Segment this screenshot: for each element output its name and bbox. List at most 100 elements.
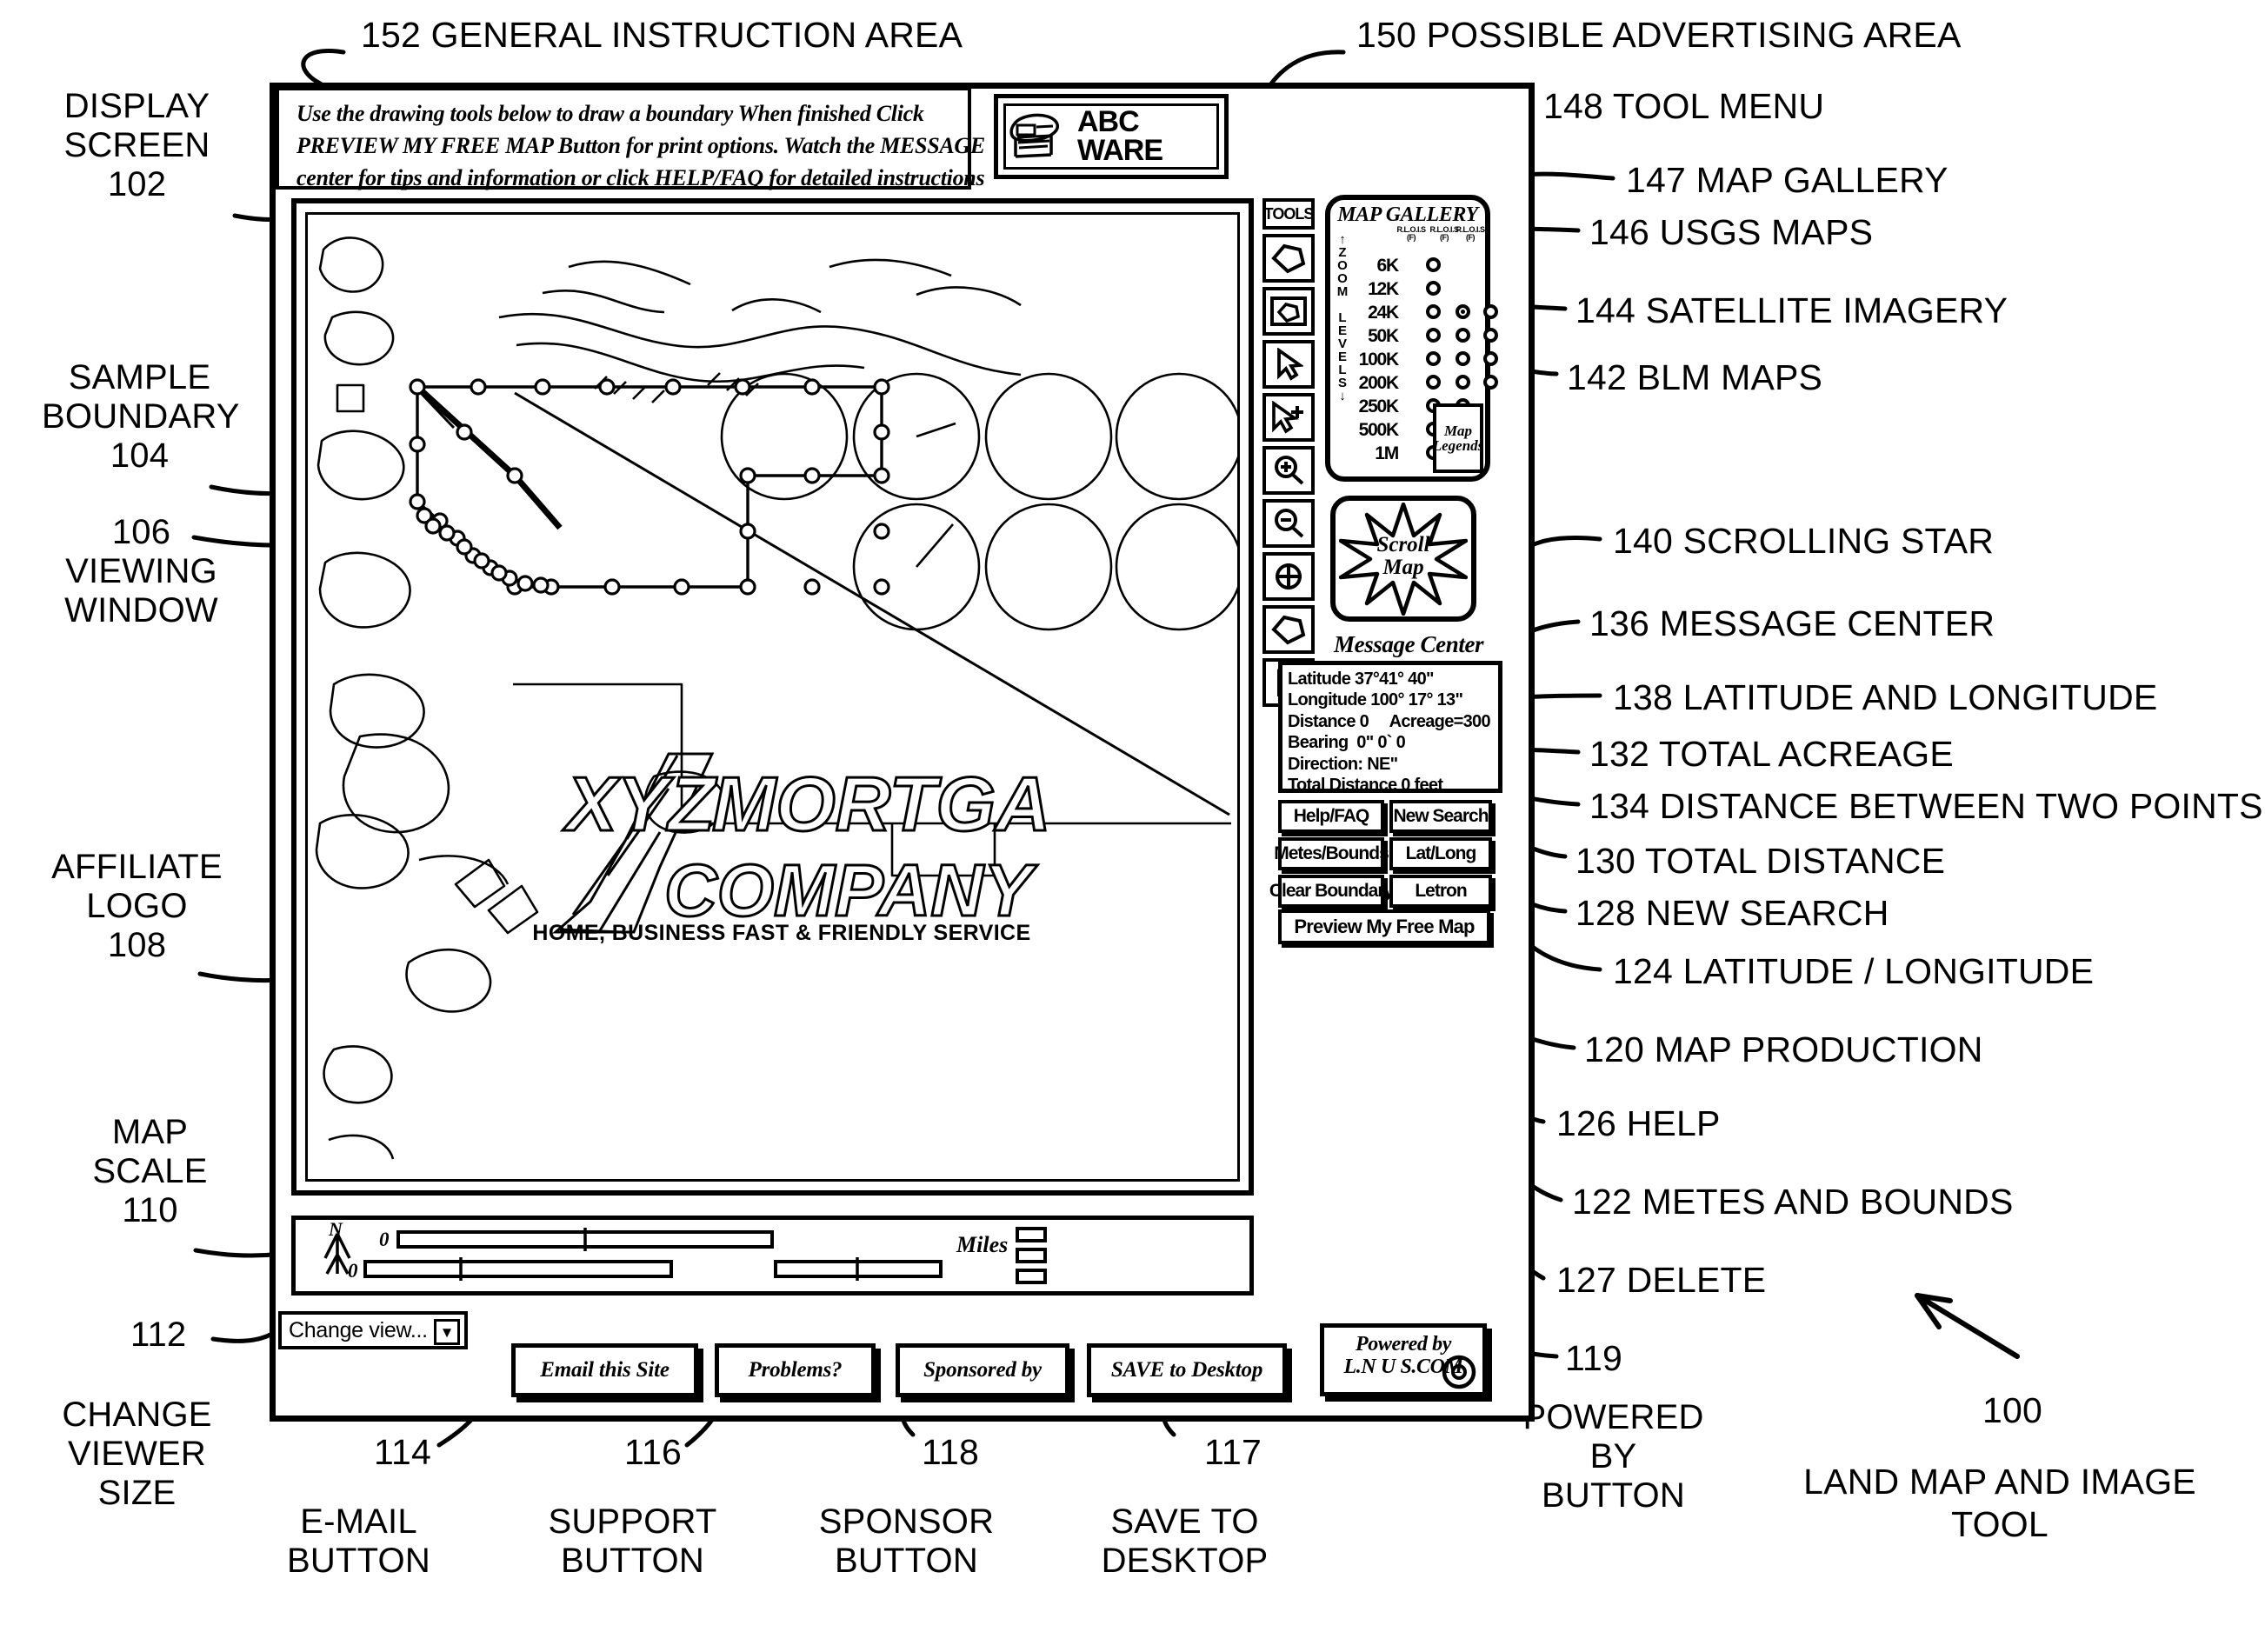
map-gallery-radio[interactable] [1456, 328, 1470, 343]
map-legends-line1: Map [1443, 423, 1473, 439]
callout-powered-by-num: 119 [1565, 1338, 1622, 1378]
map-gallery-row: 12K [1349, 277, 1497, 300]
clear-boundary-button[interactable]: Clear Boundary [1269, 875, 1394, 908]
map-gallery-radio[interactable] [1456, 375, 1470, 390]
message-row-total-distance: Total Distance 0 feet [1288, 775, 1443, 795]
map-gallery-radio[interactable] [1426, 257, 1441, 272]
callout-figure-number: 100 [1982, 1390, 2043, 1430]
advertising-banner[interactable]: ABC WARE [1003, 103, 1219, 170]
problems-label: Problems? [748, 1358, 843, 1382]
zoom-level-label: 500K [1358, 420, 1400, 440]
help-faq-button[interactable]: Help/FAQ [1278, 800, 1384, 833]
problems-button[interactable]: Problems? [715, 1343, 876, 1397]
callout-support-button: SUPPORT BUTTON [548, 1502, 717, 1580]
tool-menu: TOOLS [1262, 198, 1322, 711]
map-gallery: MAP GALLERY R.L.O.I.S (F) R.L.O.I.S (F) … [1325, 195, 1498, 482]
gallery-col-header-blm: R.L.O.I.S (F) [1456, 225, 1485, 243]
map-gallery-radio[interactable] [1426, 375, 1441, 390]
zoom-level-label: 6K [1376, 256, 1400, 276]
callout-total-acreage: 132 TOTAL ACREAGE [1589, 734, 1954, 774]
clear-boundary-label: Clear Boundary [1269, 881, 1394, 901]
preview-my-free-map-label: Preview My Free Map [1294, 916, 1475, 937]
callout-usgs-maps: 146 USGS MAPS [1589, 212, 1874, 252]
scale-zero-top: 0 [379, 1229, 390, 1250]
map-gallery-radio[interactable] [1426, 351, 1441, 366]
new-search-button[interactable]: New Search [1389, 800, 1492, 833]
callout-delete: 127 DELETE [1556, 1260, 1767, 1300]
message-row-longitude: Longitude 100° 17° 13" [1288, 690, 1463, 710]
map-gallery-radio[interactable] [1483, 351, 1498, 366]
map-gallery-radio[interactable] [1426, 328, 1441, 343]
general-instruction-area: Use the drawing tools below to draw a bo… [276, 87, 985, 190]
map-legends-button[interactable]: Map Legends [1433, 403, 1483, 473]
polygon-in-frame-tool[interactable] [1262, 287, 1315, 336]
map-gallery-radio[interactable] [1456, 351, 1470, 366]
callout-num-118: 118 [922, 1432, 979, 1472]
callout-map-production: 120 MAP PRODUCTION [1584, 1029, 1983, 1069]
scroll-map-line1: Scroll [1376, 533, 1430, 556]
callout-new-search: 128 NEW SEARCH [1576, 893, 1889, 933]
scrolling-star[interactable]: Scroll Map [1330, 496, 1476, 622]
compass-label: N [328, 1220, 343, 1240]
callout-powered-by: POWERED BY BUTTON [1522, 1398, 1704, 1515]
change-view-dropdown[interactable]: Change view... ▼ [278, 1311, 468, 1349]
viewing-window[interactable]: XYZ MORTGAGE COMPANY HOME, BUSINESS FAST… [291, 198, 1254, 1196]
add-point-arrow-tool[interactable] [1262, 393, 1315, 442]
gallery-col-header-usgs: R.L.O.I.S (F) [1396, 225, 1426, 243]
new-search-label: New Search [1393, 806, 1489, 826]
callout-sponsor-button: SPONSOR BUTTON [818, 1502, 995, 1580]
callout-satellite-imagery: 144 SATELLITE IMAGERY [1576, 290, 2009, 330]
zoom-level-label: 50K [1368, 326, 1399, 346]
change-view-label: Change view... [289, 1317, 428, 1342]
sponsored-by-button[interactable]: Sponsored by [896, 1343, 1069, 1397]
callout-map-gallery: 147 MAP GALLERY [1626, 160, 1949, 200]
preview-my-free-map-button[interactable]: Preview My Free Map [1278, 909, 1490, 944]
callout-change-viewer-size: CHANGE VIEWER SIZE [62, 1396, 212, 1512]
polygon-select-tool[interactable] [1262, 605, 1315, 654]
callout-figure-title: LAND MAP AND IMAGE TOOL [1803, 1462, 2196, 1545]
possible-advertising-area[interactable]: ABC WARE [994, 94, 1229, 179]
ad-brand-line2: WARE [1077, 134, 1163, 167]
callout-blm-maps: 142 BLM MAPS [1567, 357, 1823, 397]
metes-bounds-label: Metes/Bounds [1274, 843, 1389, 863]
map-gallery-radio[interactable] [1483, 328, 1498, 343]
crosshair-center-tool[interactable] [1262, 552, 1315, 601]
map-canvas[interactable]: XYZ MORTGAGE COMPANY HOME, BUSINESS FAST… [305, 212, 1240, 1182]
powered-by-button[interactable]: Powered by L.N U S.COM [1320, 1323, 1487, 1396]
map-gallery-row: 100K [1349, 348, 1498, 370]
map-gallery-radio[interactable] [1426, 281, 1441, 296]
callout-sample-boundary: SAMPLE BOUNDARY 104 [42, 358, 240, 475]
ad-brand-line1: ABC [1077, 105, 1140, 139]
scroll-map-label: Scroll Map [1336, 533, 1471, 580]
zoom-in-tool[interactable] [1262, 446, 1315, 495]
map-image [315, 236, 1237, 1160]
callout-email-button: E-MAIL BUTTON [287, 1502, 430, 1580]
chevron-down-icon[interactable]: ▼ [434, 1319, 460, 1345]
map-gallery-row: 24K [1349, 301, 1498, 323]
callout-num-117: 117 [1204, 1432, 1262, 1472]
map-gallery-title: MAP GALLERY [1337, 203, 1478, 226]
email-this-site-button[interactable]: Email this Site [511, 1343, 698, 1397]
flag-icon [1009, 113, 1060, 158]
map-gallery-radio[interactable] [1456, 304, 1470, 319]
zoom-level-label: 200K [1358, 373, 1400, 393]
message-row-latitude: Latitude 37°41° 40" [1288, 669, 1435, 689]
zoom-out-tool[interactable] [1262, 499, 1315, 548]
map-legends-line2: Legends [1432, 437, 1484, 454]
pointer-arrow-tool[interactable] [1262, 340, 1315, 389]
metes-bounds-button[interactable]: Metes/Bounds [1274, 837, 1389, 870]
callout-possible-advertising-area: 150 POSSIBLE ADVERTISING AREA [1356, 15, 1962, 55]
scale-units-label: Miles [956, 1232, 1009, 1257]
lat-long-button[interactable]: Lat/Long [1389, 837, 1492, 870]
map-gallery-radio[interactable] [1483, 375, 1498, 390]
letron-button[interactable]: Letron [1389, 875, 1492, 908]
email-this-site-label: Email this Site [540, 1358, 670, 1382]
draw-polygon-tool[interactable] [1262, 234, 1315, 283]
map-gallery-radio[interactable] [1426, 304, 1441, 319]
map-gallery-radio[interactable] [1483, 304, 1498, 319]
callout-total-distance: 130 TOTAL DISTANCE [1576, 841, 1946, 881]
callout-metes-bounds: 122 METES AND BOUNDS [1572, 1182, 2014, 1222]
save-to-desktop-button[interactable]: SAVE to Desktop [1087, 1343, 1287, 1397]
callout-tool-menu: 148 TOOL MENU [1543, 86, 1825, 126]
zoom-level-label: 100K [1358, 350, 1400, 370]
